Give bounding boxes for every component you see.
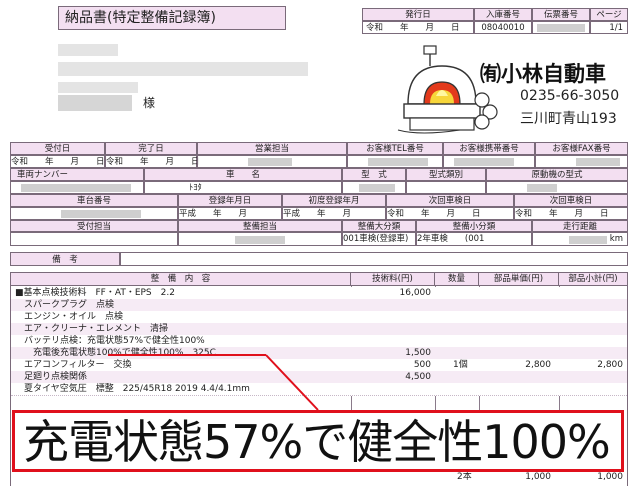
callout-text: 充電状態57%で健全性100% xyxy=(23,415,611,469)
callout-box: 充電状態57%で健全性100% xyxy=(12,410,624,472)
document-page: 納品書(特定整備記録簿) 発行日 入庫番号 伝票番号 ページ 令和 年 月 日 … xyxy=(0,0,640,486)
